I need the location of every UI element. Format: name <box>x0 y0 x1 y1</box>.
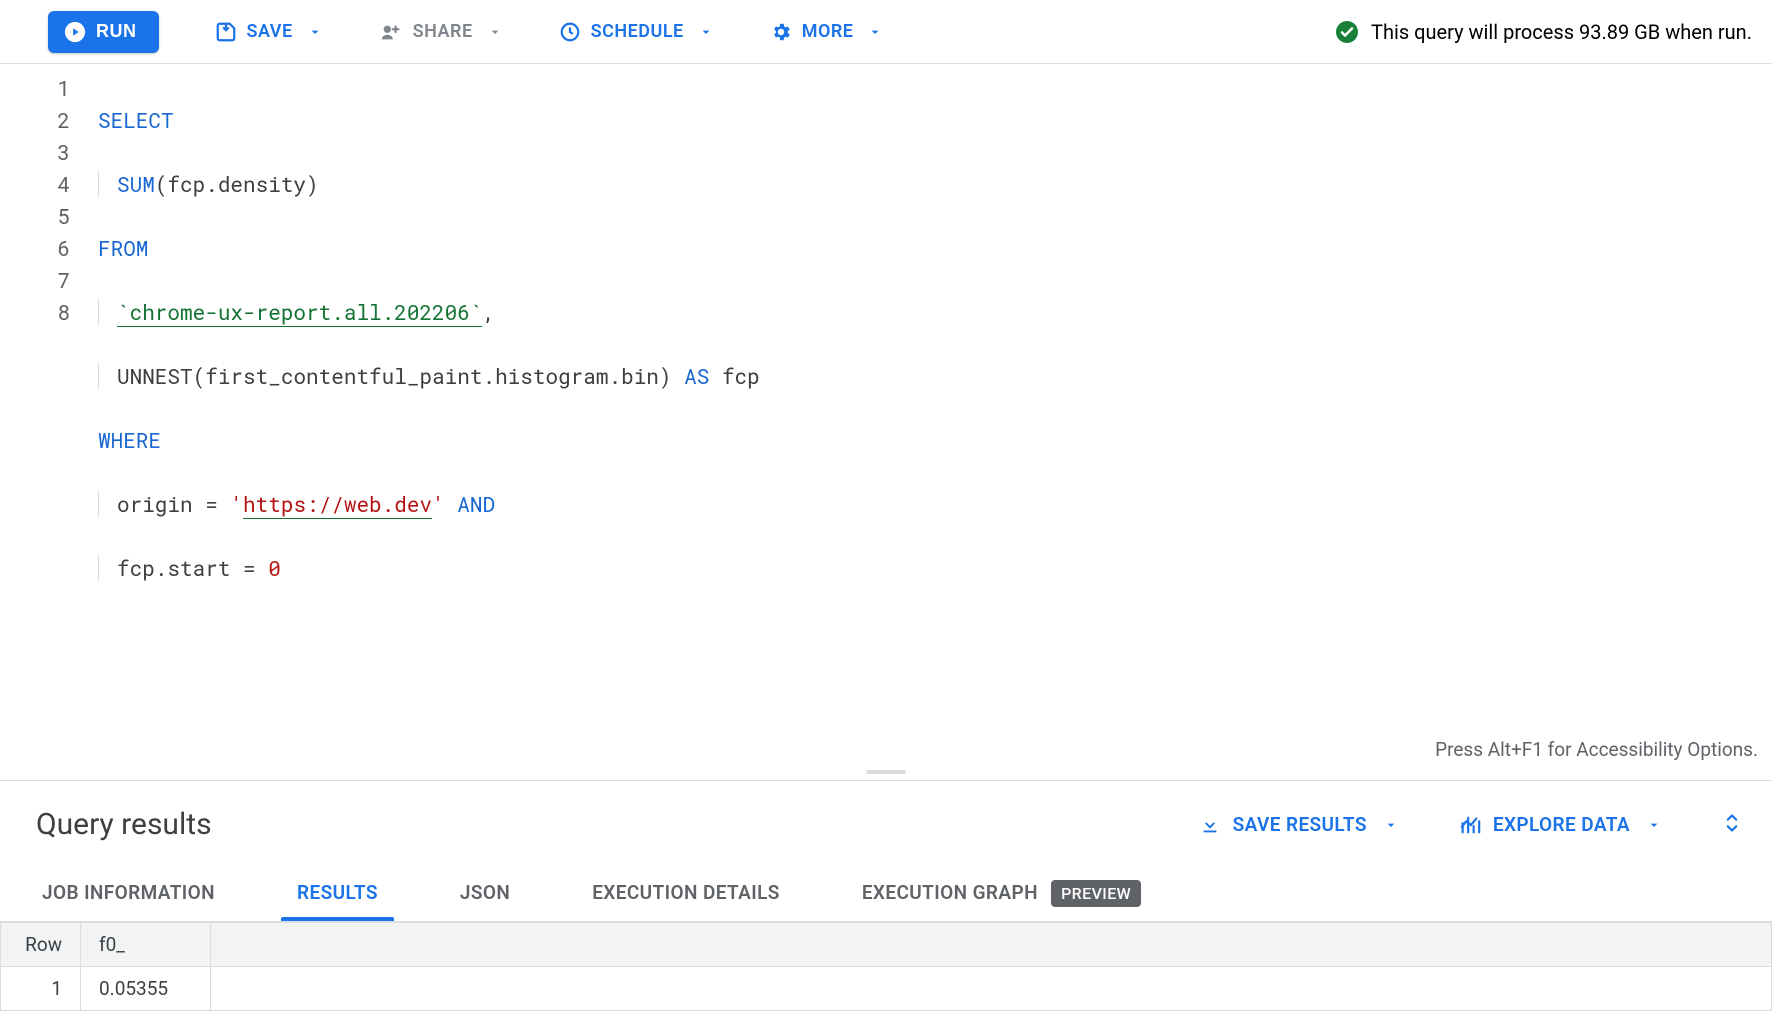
schedule-button[interactable]: SCHEDULE <box>559 21 714 43</box>
clock-icon <box>559 21 581 43</box>
kw-and: AND <box>457 490 495 518</box>
more-label: MORE <box>802 21 854 42</box>
gear-icon <box>770 21 792 43</box>
origin-eq: origin = <box>117 490 230 518</box>
check-circle-icon <box>1335 20 1359 44</box>
schedule-label: SCHEDULE <box>591 21 684 42</box>
tab-results[interactable]: RESULTS <box>291 865 384 920</box>
pane-drag-handle[interactable] <box>0 770 1772 780</box>
play-icon <box>64 21 86 43</box>
status-text: This query will process 93.89 GB when ru… <box>1371 20 1752 44</box>
sql-editor[interactable]: 1 2 3 4 5 6 7 8 SELECT SUM(fcp.density) … <box>0 64 1772 770</box>
origin-url: https://web.dev <box>243 490 432 519</box>
save-results-button[interactable]: SAVE RESULTS <box>1199 813 1399 836</box>
fn-unnest: UNNEST <box>117 362 193 390</box>
line-number: 2 <box>0 104 70 136</box>
run-button[interactable]: RUN <box>48 11 159 53</box>
tab-execution-graph-label: EXECUTION GRAPH <box>862 881 1038 904</box>
col-f0: f0_ <box>81 923 211 967</box>
line-number: 3 <box>0 136 70 168</box>
cell-empty <box>211 967 1772 1011</box>
share-button[interactable]: SHARE <box>379 21 503 43</box>
save-results-label: SAVE RESULTS <box>1233 813 1367 836</box>
preview-badge: PREVIEW <box>1051 880 1141 907</box>
line-number: 4 <box>0 168 70 200</box>
share-label: SHARE <box>413 21 473 42</box>
kw-where: WHERE <box>98 426 161 454</box>
quote: ' <box>230 490 243 518</box>
chevron-down-icon <box>1383 817 1399 833</box>
chart-icon <box>1459 814 1481 836</box>
save-button[interactable]: SAVE <box>215 21 323 43</box>
tab-execution-details[interactable]: EXECUTION DETAILS <box>586 865 786 920</box>
table-header-row: Row f0_ <box>1 923 1772 967</box>
quote: ' <box>432 490 445 518</box>
sum-arg: (fcp.density) <box>155 170 319 198</box>
expand-collapse-toggle[interactable] <box>1722 809 1742 841</box>
cell-f0: 0.05355 <box>81 967 211 1011</box>
tab-job-information[interactable]: JOB INFORMATION <box>36 865 221 920</box>
unnest-arg: (first_contentful_paint.histogram.bin) <box>193 362 672 390</box>
chevron-down-icon <box>487 24 503 40</box>
chevron-down-icon <box>698 24 714 40</box>
run-label: RUN <box>96 21 137 42</box>
share-icon <box>379 21 403 43</box>
results-tabs: JOB INFORMATION RESULTS JSON EXECUTION D… <box>0 864 1772 922</box>
kw-as: AS <box>684 362 709 390</box>
download-icon <box>1199 814 1221 836</box>
unfold-icon <box>1722 809 1742 837</box>
line-number: 8 <box>0 296 70 328</box>
line-number: 7 <box>0 264 70 296</box>
accessibility-hint: Press Alt+F1 for Accessibility Options. <box>1435 734 1758 766</box>
save-label: SAVE <box>247 21 293 42</box>
query-status: This query will process 93.89 GB when ru… <box>1335 20 1752 44</box>
explore-data-label: EXPLORE DATA <box>1493 813 1630 836</box>
comma: , <box>482 298 495 326</box>
results-table: Row f0_ 1 0.05355 <box>0 922 1772 1011</box>
toolbar: RUN SAVE SHARE SCHEDULE MORE This query … <box>0 0 1772 64</box>
cell-row: 1 <box>1 967 81 1011</box>
table-row[interactable]: 1 0.05355 <box>1 967 1772 1011</box>
chevron-down-icon <box>307 24 323 40</box>
tab-execution-graph[interactable]: EXECUTION GRAPH PREVIEW <box>856 865 1147 920</box>
tab-json[interactable]: JSON <box>454 865 516 920</box>
results-header: Query results SAVE RESULTS EXPLORE DATA <box>0 780 1772 864</box>
editor-gutter: 1 2 3 4 5 6 7 8 <box>0 64 92 770</box>
table-name: `chrome-ux-report.all.202206` <box>117 298 482 327</box>
col-row: Row <box>1 923 81 967</box>
save-icon <box>215 21 237 43</box>
line-number: 1 <box>0 72 70 104</box>
line-number: 6 <box>0 232 70 264</box>
chevron-down-icon <box>1646 817 1662 833</box>
num-zero: 0 <box>268 554 281 582</box>
explore-data-button[interactable]: EXPLORE DATA <box>1459 813 1662 836</box>
kw-select: SELECT <box>98 106 174 134</box>
chevron-down-icon <box>867 24 883 40</box>
line-number: 5 <box>0 200 70 232</box>
fcp-start: fcp.start = <box>117 554 268 582</box>
alias: fcp <box>722 362 760 390</box>
fn-sum: SUM <box>117 170 155 198</box>
more-button[interactable]: MORE <box>770 21 884 43</box>
results-title: Query results <box>36 807 212 842</box>
col-empty <box>211 923 1772 967</box>
kw-from: FROM <box>98 234 148 262</box>
editor-code[interactable]: SELECT SUM(fcp.density) FROM `chrome-ux-… <box>92 64 1772 770</box>
